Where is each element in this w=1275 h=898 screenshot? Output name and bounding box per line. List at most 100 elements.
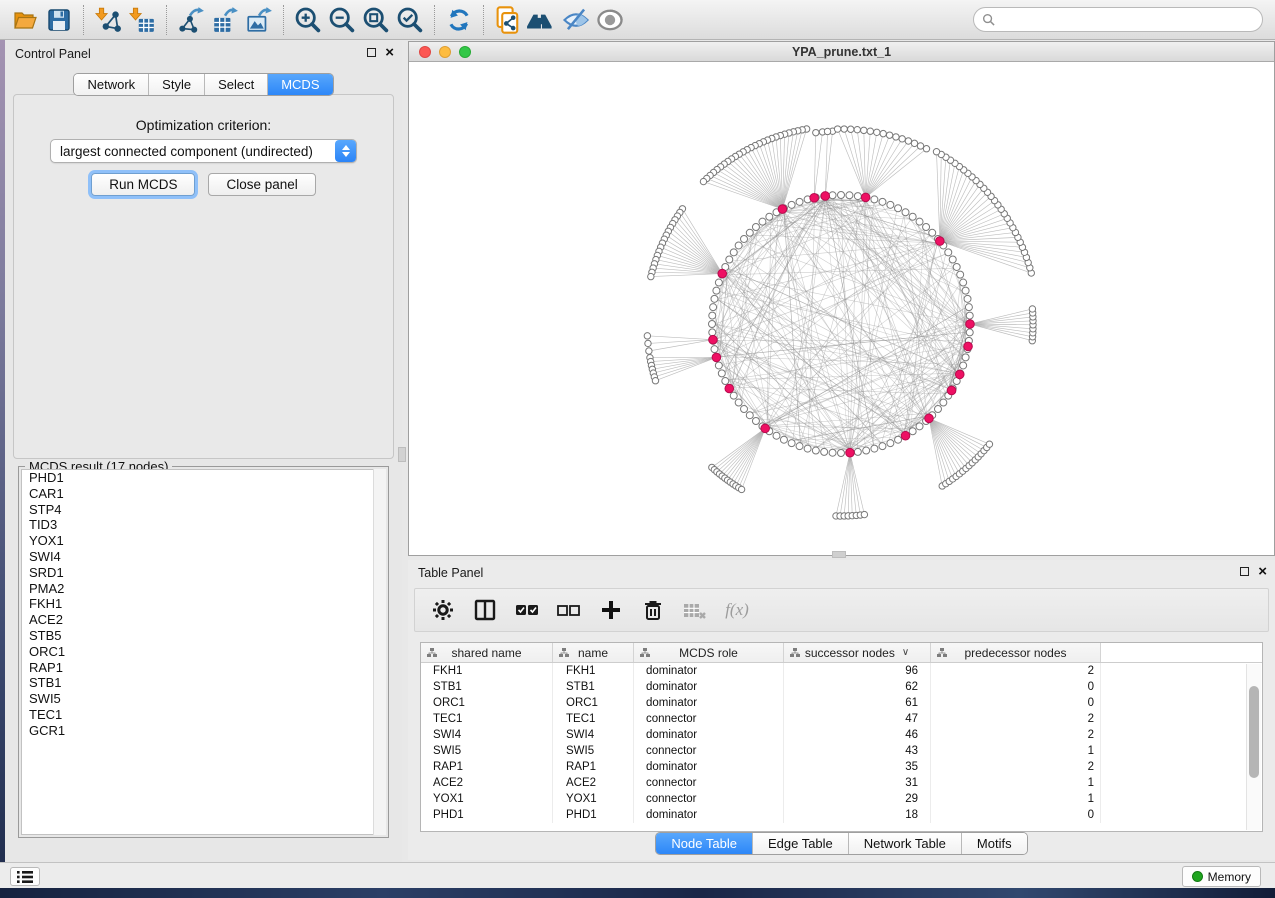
export-network-icon[interactable] bbox=[174, 4, 208, 36]
toolbar-separator bbox=[83, 5, 84, 35]
delete-column-trash-icon[interactable] bbox=[639, 595, 667, 625]
task-history-button[interactable] bbox=[10, 867, 40, 886]
table-cell: 35 bbox=[784, 759, 931, 775]
tab-network-table[interactable]: Network Table bbox=[849, 833, 962, 854]
mcds-result-item[interactable]: SWI4 bbox=[22, 549, 385, 565]
mcds-result-item[interactable]: CAR1 bbox=[22, 486, 385, 502]
mcds-result-item[interactable]: STP4 bbox=[22, 502, 385, 518]
table-cell: FKH1 bbox=[553, 663, 634, 679]
mcds-result-item[interactable]: TEC1 bbox=[22, 707, 385, 723]
zoom-fit-icon[interactable] bbox=[359, 4, 393, 36]
mcds-result-item[interactable]: FKH1 bbox=[22, 596, 385, 612]
column-header[interactable]: MCDS role bbox=[634, 643, 784, 662]
main-toolbar bbox=[0, 0, 1275, 40]
table-cell: SWI4 bbox=[421, 727, 553, 743]
zoom-out-icon[interactable] bbox=[325, 4, 359, 36]
table-cell: connector bbox=[634, 743, 784, 759]
table-cell: connector bbox=[634, 775, 784, 791]
table-row[interactable]: ORC1ORC1dominator610 bbox=[421, 695, 1262, 711]
table-row[interactable]: ACE2ACE2connector311 bbox=[421, 775, 1262, 791]
vertical-splitter-handle[interactable] bbox=[398, 447, 406, 462]
tab-style[interactable]: Style bbox=[149, 74, 205, 95]
table-row[interactable]: TEC1TEC1connector472 bbox=[421, 711, 1262, 727]
function-builder-icon: f(x) bbox=[723, 595, 751, 625]
hide-panels-icon[interactable] bbox=[559, 4, 593, 36]
refresh-icon[interactable] bbox=[442, 4, 476, 36]
mcds-result-item[interactable]: GCR1 bbox=[22, 723, 385, 739]
open-session-icon[interactable] bbox=[8, 4, 42, 36]
show-graphics-icon[interactable] bbox=[593, 4, 627, 36]
table-scrollbar-thumb[interactable] bbox=[1249, 686, 1259, 778]
search-icon bbox=[982, 13, 995, 26]
close-table-panel-icon[interactable]: × bbox=[1258, 566, 1267, 577]
export-table-icon[interactable] bbox=[208, 4, 242, 36]
table-cell: dominator bbox=[634, 727, 784, 743]
select-all-icon[interactable] bbox=[513, 595, 541, 625]
column-settings-icon[interactable] bbox=[471, 595, 499, 625]
export-image-icon[interactable] bbox=[242, 4, 276, 36]
toolbar-separator bbox=[434, 5, 435, 35]
mcds-result-list[interactable]: PHD1CAR1STP4TID3YOX1SWI4SRD1PMA2FKH1ACE2… bbox=[21, 469, 386, 835]
mcds-list-scrollbar[interactable] bbox=[373, 469, 386, 835]
tab-network[interactable]: Network bbox=[74, 74, 149, 95]
mcds-result-item[interactable]: ACE2 bbox=[22, 612, 385, 628]
table-row[interactable]: SWI4SWI4dominator462 bbox=[421, 727, 1262, 743]
mcds-result-item[interactable]: SWI5 bbox=[22, 691, 385, 707]
zoom-selected-icon[interactable] bbox=[393, 4, 427, 36]
table-cell: RAP1 bbox=[553, 759, 634, 775]
memory-button[interactable]: Memory bbox=[1182, 866, 1261, 887]
search-input[interactable] bbox=[1000, 13, 1262, 27]
table-cell: FKH1 bbox=[421, 663, 553, 679]
table-settings-gear-icon[interactable] bbox=[429, 595, 457, 625]
table-row[interactable]: RAP1RAP1dominator352 bbox=[421, 759, 1262, 775]
column-header[interactable]: name bbox=[553, 643, 634, 662]
tab-select[interactable]: Select bbox=[205, 74, 268, 95]
table-row[interactable]: PHD1PHD1dominator180 bbox=[421, 807, 1262, 823]
table-cell: TEC1 bbox=[553, 711, 634, 727]
table-row[interactable]: STB1STB1dominator620 bbox=[421, 679, 1262, 695]
float-table-panel-icon[interactable] bbox=[1240, 567, 1249, 576]
table-cell: TEC1 bbox=[421, 711, 553, 727]
table-cell: YOX1 bbox=[553, 791, 634, 807]
tab-motifs[interactable]: Motifs bbox=[962, 833, 1027, 854]
mcds-result-item[interactable]: RAP1 bbox=[22, 660, 385, 676]
mcds-result-item[interactable]: TID3 bbox=[22, 517, 385, 533]
import-network-icon[interactable] bbox=[91, 4, 125, 36]
table-scrollbar[interactable] bbox=[1246, 664, 1261, 830]
horizontal-splitter-handle[interactable] bbox=[832, 551, 846, 558]
mcds-result-item[interactable]: ORC1 bbox=[22, 644, 385, 660]
column-header[interactable]: predecessor nodes bbox=[931, 643, 1101, 662]
network-overview-icon[interactable] bbox=[525, 4, 559, 36]
mcds-result-item[interactable]: PHD1 bbox=[22, 470, 385, 486]
table-row[interactable]: FKH1FKH1dominator962 bbox=[421, 663, 1262, 679]
table-cell: dominator bbox=[634, 759, 784, 775]
close-panel-button[interactable]: Close panel bbox=[208, 173, 315, 196]
float-panel-icon[interactable] bbox=[367, 48, 376, 57]
column-header[interactable]: shared name bbox=[421, 643, 553, 662]
save-session-icon[interactable] bbox=[42, 4, 76, 36]
mcds-result-item[interactable]: STB1 bbox=[22, 675, 385, 691]
mcds-result-item[interactable]: PMA2 bbox=[22, 581, 385, 597]
column-header[interactable]: successor nodes∨ bbox=[784, 643, 931, 662]
run-mcds-button[interactable]: Run MCDS bbox=[91, 173, 195, 196]
import-table-icon[interactable] bbox=[125, 4, 159, 36]
window-close-icon[interactable] bbox=[419, 46, 431, 58]
tab-edge-table[interactable]: Edge Table bbox=[753, 833, 849, 854]
close-panel-icon[interactable]: × bbox=[385, 47, 394, 58]
table-row[interactable]: SWI5SWI5connector431 bbox=[421, 743, 1262, 759]
mcds-result-item[interactable]: SRD1 bbox=[22, 565, 385, 581]
criterion-dropdown[interactable]: largest connected component (undirected) bbox=[50, 139, 357, 163]
add-column-icon[interactable] bbox=[597, 595, 625, 625]
deselect-all-icon[interactable] bbox=[555, 595, 583, 625]
share-document-icon[interactable] bbox=[491, 4, 525, 36]
tab-mcds[interactable]: MCDS bbox=[268, 74, 332, 95]
network-canvas[interactable] bbox=[409, 63, 1274, 555]
zoom-in-icon[interactable] bbox=[291, 4, 325, 36]
list-icon bbox=[16, 870, 34, 884]
mcds-result-item[interactable]: STB5 bbox=[22, 628, 385, 644]
tab-node-table[interactable]: Node Table bbox=[656, 833, 753, 854]
window-zoom-icon[interactable] bbox=[459, 46, 471, 58]
table-row[interactable]: YOX1YOX1connector291 bbox=[421, 791, 1262, 807]
window-minimize-icon[interactable] bbox=[439, 46, 451, 58]
mcds-result-item[interactable]: YOX1 bbox=[22, 533, 385, 549]
